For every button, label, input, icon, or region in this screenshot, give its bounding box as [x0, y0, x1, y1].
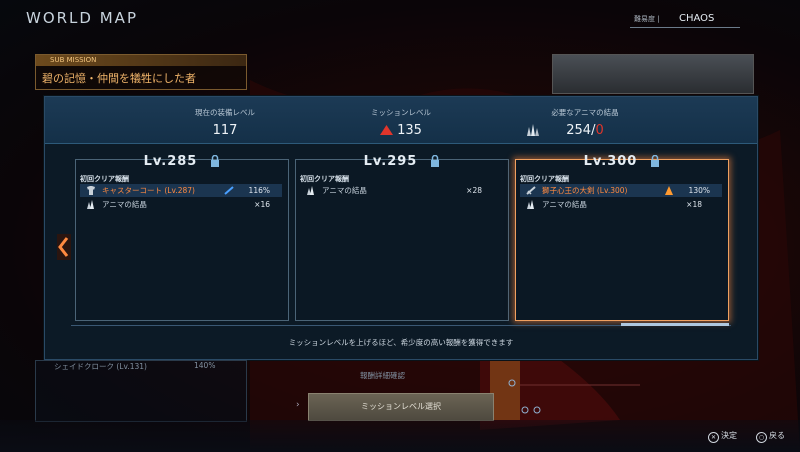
anima-label: 必要なアニマの結晶 — [551, 108, 619, 117]
reward-row[interactable]: 獅子心王の大剣 (Lv.300) 130% — [520, 184, 722, 197]
card-level: Lv.295 — [363, 154, 418, 169]
crystal-icon — [527, 200, 534, 209]
dialog-header: 現在の装備レベル 117 ミッションレベル 135 必要なアニマの結晶 254/… — [45, 97, 757, 144]
reward-card-lv300[interactable]: Lv.300 初回クリア報酬 獅子心王の大剣 (Lv.300) 130% アニマ… — [515, 154, 729, 321]
reward-name: キャスターコート (Lv.287) — [102, 186, 195, 195]
mission-level-block: ミッションレベル 135 — [341, 97, 461, 143]
reward-row[interactable]: キャスターコート (Lv.287) 116% — [80, 184, 282, 197]
bottom-bar — [0, 420, 800, 452]
card-level: Lv.300 — [583, 154, 638, 169]
confirm-hint[interactable]: ✕ 決定 — [708, 430, 737, 443]
reward-row[interactable]: アニマの結晶 ×28 — [300, 184, 502, 197]
warning-triangle-icon — [380, 125, 394, 135]
lock-icon — [651, 155, 660, 167]
cross-button-icon: ✕ — [708, 432, 719, 443]
reward-name: 獅子心王の大剣 (Lv.300) — [542, 186, 628, 195]
sub-mission-title: 碧の記憶・仲間を犠牲にした者 — [42, 72, 196, 85]
reward-details-link[interactable]: 報酬詳細確認 — [360, 370, 405, 381]
location-preview-image — [552, 54, 754, 94]
first-clear-label: 初回クリア報酬 — [520, 175, 569, 183]
circle-button-icon: ○ — [756, 432, 767, 443]
reward-row[interactable]: アニマの結晶 ×18 — [520, 198, 722, 211]
equip-level-label: 現在の装備レベル — [195, 108, 255, 117]
reward-row[interactable]: アニマの結晶 ×16 — [80, 198, 282, 211]
sword-stat-icon — [224, 186, 234, 195]
reward-quantity: ×16 — [254, 200, 270, 209]
reward-name: アニマの結晶 — [102, 200, 147, 209]
reward-percent: 116% — [248, 186, 270, 195]
hint-text: ミッションレベルを上げるほど、希少度の高い報酬を獲得できます — [288, 338, 514, 347]
card-level: Lv.285 — [143, 154, 198, 169]
mission-level-label: ミッションレベル — [371, 108, 431, 117]
sword-icon — [526, 186, 536, 195]
reward-quantity: ×28 — [466, 186, 482, 195]
anima-need: 0 — [595, 123, 604, 138]
anima-have: 254 — [566, 123, 592, 138]
reward-name: アニマの結晶 — [322, 186, 367, 195]
prev-arrow[interactable] — [57, 234, 71, 260]
reward-quantity: ×18 — [686, 200, 702, 209]
crystal-icon — [527, 124, 539, 136]
lock-icon — [431, 155, 440, 167]
difficulty-label: 難易度 | — [634, 15, 660, 23]
equip-level-value: 117 — [212, 123, 238, 138]
item-percent: 140% — [194, 361, 216, 370]
armor-icon — [87, 186, 95, 195]
reward-percent: 130% — [688, 186, 710, 195]
scrollbar[interactable] — [621, 323, 729, 326]
sub-mission-card[interactable]: SUB MISSION 碧の記憶・仲間を犠牲にした者 — [35, 54, 247, 90]
reward-name: アニマの結晶 — [542, 200, 587, 209]
back-hint[interactable]: ○ 戻る — [756, 430, 785, 443]
first-clear-label: 初回クリア報酬 — [300, 175, 349, 183]
first-clear-label: 初回クリア報酬 — [80, 175, 129, 183]
sub-mission-tag: SUB MISSION — [36, 55, 246, 66]
equip-level-block: 現在の装備レベル 117 — [165, 97, 285, 143]
mission-level-value: 135 — [397, 123, 422, 138]
equipment-list-card: シェイドクローク (Lv.131) 140% — [35, 360, 247, 422]
chevron-left-icon — [57, 234, 71, 260]
reward-card-lv295[interactable]: Lv.295 初回クリア報酬 アニマの結晶 ×28 — [295, 154, 509, 321]
mission-level-dialog: 現在の装備レベル 117 ミッションレベル 135 必要なアニマの結晶 254/… — [44, 96, 758, 360]
page-title: WORLD MAP — [26, 9, 138, 27]
crystal-icon — [87, 200, 94, 209]
difficulty-indicator: 難易度 | CHAOS — [630, 13, 740, 28]
reward-card-lv285[interactable]: Lv.285 初回クリア報酬 キャスターコート (Lv.287) 116% アニ… — [75, 154, 289, 321]
chevron-right-icon: › — [296, 400, 300, 410]
difficulty-value: CHAOS — [679, 13, 715, 24]
top-bar: WORLD MAP 難易度 | CHAOS — [0, 0, 800, 40]
flame-stat-icon — [665, 186, 673, 195]
crystal-icon — [307, 186, 314, 195]
anima-block: 必要なアニマの結晶 254/0 — [515, 97, 655, 143]
lock-icon — [211, 155, 220, 167]
mission-level-select-button[interactable]: ミッションレベル選択 — [308, 393, 494, 421]
item-name: シェイドクローク (Lv.131) — [54, 362, 147, 371]
